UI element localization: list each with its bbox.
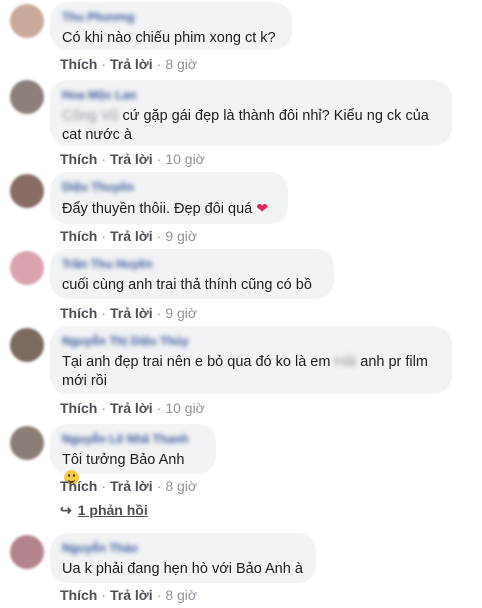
- comment-bubble: Nguyễn Thảo Ua k phải đang hẹn hò với Bả…: [50, 533, 316, 583]
- separator: ·: [156, 587, 162, 603]
- like-button[interactable]: Thích: [60, 478, 97, 494]
- reply-button[interactable]: Trả lời: [110, 587, 153, 603]
- separator: ·: [156, 400, 162, 416]
- commenter-name[interactable]: Nguyễn Thảo: [62, 542, 304, 554]
- like-button[interactable]: Thích: [60, 56, 97, 72]
- avatar[interactable]: [10, 535, 44, 569]
- timestamp[interactable]: 10 giờ: [165, 400, 205, 416]
- view-replies-link[interactable]: ↪ 1 phản hồi: [60, 502, 148, 519]
- comment-text-body: Tôi tưởng Bảo Anh: [62, 452, 185, 468]
- comment-actions: Thích · Trả lời · 8 giờ: [60, 56, 197, 72]
- avatar[interactable]: [10, 426, 44, 460]
- separator: ·: [101, 400, 107, 416]
- comment-text: Có khi nào chiếu phim xong ct k?: [62, 30, 276, 46]
- reply-button[interactable]: Trả lời: [110, 228, 153, 244]
- comment-actions: Thích · Trả lời · 10 giờ: [60, 151, 205, 167]
- comment-text-body: Tại anh đẹp trai nên e bỏ qua đó ko là e…: [62, 354, 331, 370]
- comment-text: Tại anh đẹp trai nên e bỏ qua đó ko là e…: [62, 353, 440, 391]
- timestamp[interactable]: 9 giờ: [165, 305, 197, 321]
- comment-bubble: Nguyễn Lê Nhã Thanh Tôi tưởng Bảo Anh: [50, 424, 216, 485]
- comment-text: cuối cùng anh trai thả thính cũng có bồ: [62, 277, 312, 293]
- commenter-name[interactable]: Nguyễn Lê Nhã Thanh: [62, 433, 204, 445]
- comment-actions: Thích · Trả lời · 8 giờ: [60, 478, 197, 494]
- timestamp[interactable]: 8 giờ: [165, 478, 197, 494]
- comment-bubble: Diệu Thuyên Đẩy thuyền thôii. Đẹp đôi qu…: [50, 172, 288, 224]
- timestamp[interactable]: 8 giờ: [165, 56, 197, 72]
- separator: ·: [101, 305, 107, 321]
- avatar[interactable]: [10, 328, 44, 362]
- reply-arrow-icon: ↪: [60, 502, 72, 518]
- separator: ·: [101, 56, 107, 72]
- separator: ·: [156, 228, 162, 244]
- commenter-name[interactable]: Diệu Thuyên: [62, 181, 276, 193]
- separator: ·: [101, 478, 107, 494]
- comment-text: Đẩy thuyền thôii. Đẹp đôi quá ❤: [62, 199, 276, 219]
- comment-bubble: Trần Thu Huyền cuối cùng anh trai thả th…: [50, 249, 334, 299]
- commenter-name[interactable]: Hoa Mộc Lan: [62, 89, 440, 101]
- separator: ·: [101, 151, 107, 167]
- like-button[interactable]: Thích: [60, 400, 97, 416]
- comment-actions: Thích · Trả lời · 9 giờ: [60, 305, 197, 321]
- comment-text: Ua k phải đang hẹn hò với Bảo Anh à: [62, 561, 303, 577]
- replies-count-label[interactable]: 1 phản hồi: [78, 502, 148, 518]
- commenter-name[interactable]: Nguyễn Thị Diệu Thúy: [62, 335, 440, 347]
- comment-actions: Thích · Trả lời · 10 giờ: [60, 400, 205, 416]
- comment-bubble: Hoa Mộc Lan Công Vũ cứ gặp gái đẹp là th…: [50, 80, 452, 146]
- reply-button[interactable]: Trả lời: [110, 56, 153, 72]
- separator: ·: [101, 587, 107, 603]
- comment-text: Công Vũ cứ gặp gái đẹp là thành đôi nhỉ?…: [62, 107, 440, 145]
- comment-actions: Thích · Trả lời · 8 giờ: [60, 587, 197, 603]
- like-button[interactable]: Thích: [60, 305, 97, 321]
- comment-actions: Thích · Trả lời · 9 giờ: [60, 228, 197, 244]
- reply-button[interactable]: Trả lời: [110, 305, 153, 321]
- like-button[interactable]: Thích: [60, 587, 97, 603]
- commenter-name[interactable]: Thu Phương: [62, 11, 280, 23]
- timestamp[interactable]: 10 giờ: [165, 151, 205, 167]
- reply-button[interactable]: Trả lời: [110, 400, 153, 416]
- tagged-name[interactable]: Công Vũ: [62, 107, 118, 126]
- separator: ·: [156, 305, 162, 321]
- separator: ·: [156, 478, 162, 494]
- like-button[interactable]: Thích: [60, 151, 97, 167]
- avatar[interactable]: [10, 251, 44, 285]
- like-button[interactable]: Thích: [60, 228, 97, 244]
- avatar[interactable]: [10, 80, 44, 114]
- separator: ·: [156, 151, 162, 167]
- avatar[interactable]: [10, 174, 44, 208]
- reply-button[interactable]: Trả lời: [110, 151, 153, 167]
- avatar[interactable]: [10, 4, 44, 38]
- timestamp[interactable]: 9 giờ: [165, 228, 197, 244]
- comment-text-body: Đẩy thuyền thôii. Đẹp đôi quá: [62, 201, 253, 217]
- reply-button[interactable]: Trả lời: [110, 478, 153, 494]
- comment-bubble: Thu Phương Có khi nào chiếu phim xong ct…: [50, 2, 292, 50]
- heart-icon: ❤: [256, 200, 269, 216]
- tagged-name[interactable]: Hải: [334, 353, 356, 372]
- separator: ·: [156, 56, 162, 72]
- comment-bubble: Nguyễn Thị Diệu Thúy Tại anh đẹp trai nê…: [50, 326, 452, 394]
- timestamp[interactable]: 8 giờ: [165, 587, 197, 603]
- commenter-name[interactable]: Trần Thu Huyền: [62, 258, 322, 270]
- separator: ·: [101, 228, 107, 244]
